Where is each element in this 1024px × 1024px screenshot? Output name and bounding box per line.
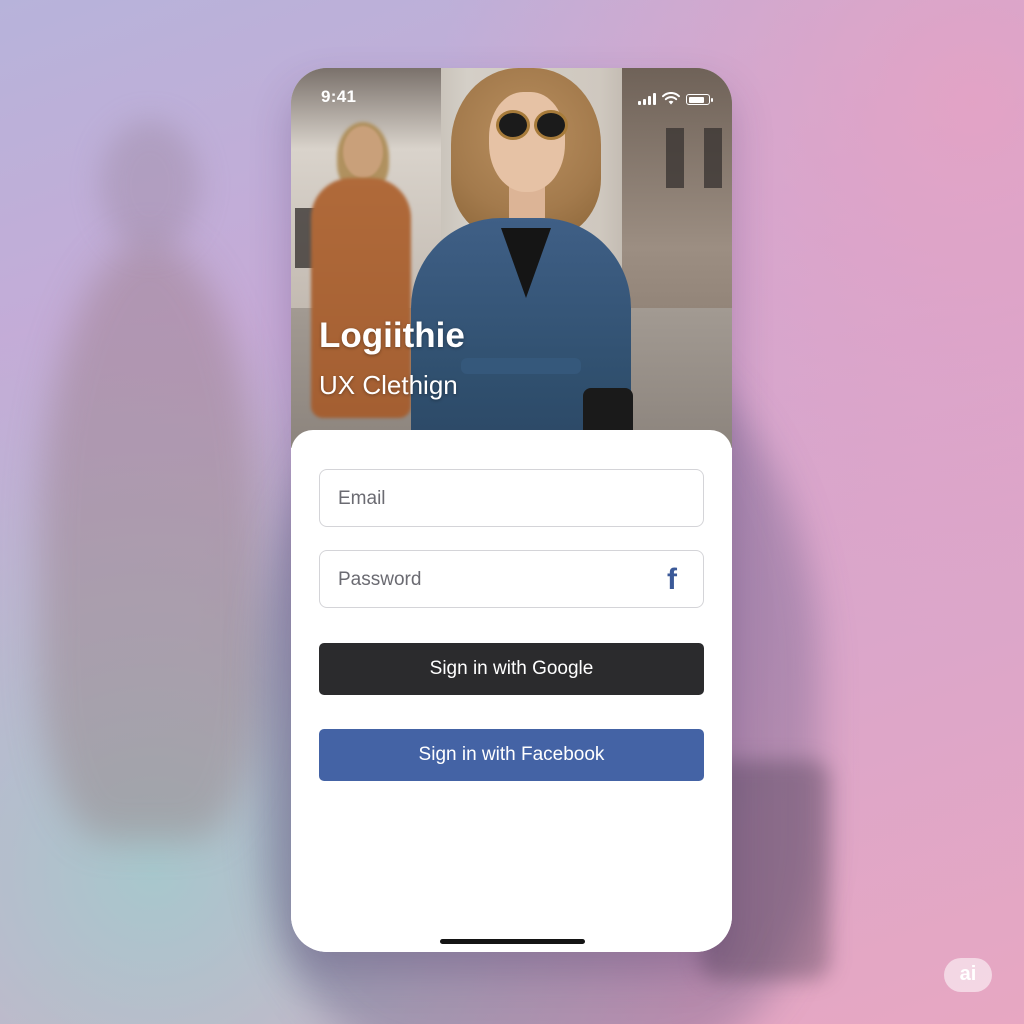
phone-screen: Logiithie UX Clethign 9:41 Email f Sign … <box>291 68 732 952</box>
login-sheet: f Sign in with Google Sign in with Faceb… <box>291 430 732 952</box>
status-icons <box>638 89 713 105</box>
battery-icon <box>686 94 713 105</box>
home-indicator[interactable] <box>440 939 585 944</box>
battery-level-fill <box>688 96 704 103</box>
background-blurred-figure-left <box>40 240 260 840</box>
app-title: Logiithie <box>319 316 465 355</box>
password-input[interactable] <box>336 551 653 609</box>
email-input[interactable] <box>336 470 653 528</box>
sign-in-google-button[interactable]: Sign in with Google <box>319 643 704 695</box>
status-time: 9:41 <box>321 87 357 106</box>
hero-model-belt <box>461 358 581 374</box>
app-subtitle: UX Clethign <box>319 370 458 400</box>
password-field[interactable]: f <box>319 550 704 609</box>
hero-window <box>666 128 684 188</box>
facebook-icon[interactable]: f <box>659 565 685 595</box>
sign-in-facebook-button[interactable]: Sign in with Facebook <box>319 729 704 781</box>
background-blurred-head-left <box>100 120 200 250</box>
background: Logiithie UX Clethign 9:41 Email f Sign … <box>0 0 1024 1024</box>
wifi-icon <box>662 92 680 105</box>
hero-image: Logiithie UX Clethign <box>291 68 732 448</box>
hero-figure-orange-head <box>343 126 383 178</box>
cellular-signal-icon <box>638 93 656 105</box>
status-bar: 9:41 <box>291 68 732 124</box>
ai-watermark-badge: ai <box>944 958 992 992</box>
hero-window <box>704 128 722 188</box>
email-field[interactable] <box>319 469 704 528</box>
